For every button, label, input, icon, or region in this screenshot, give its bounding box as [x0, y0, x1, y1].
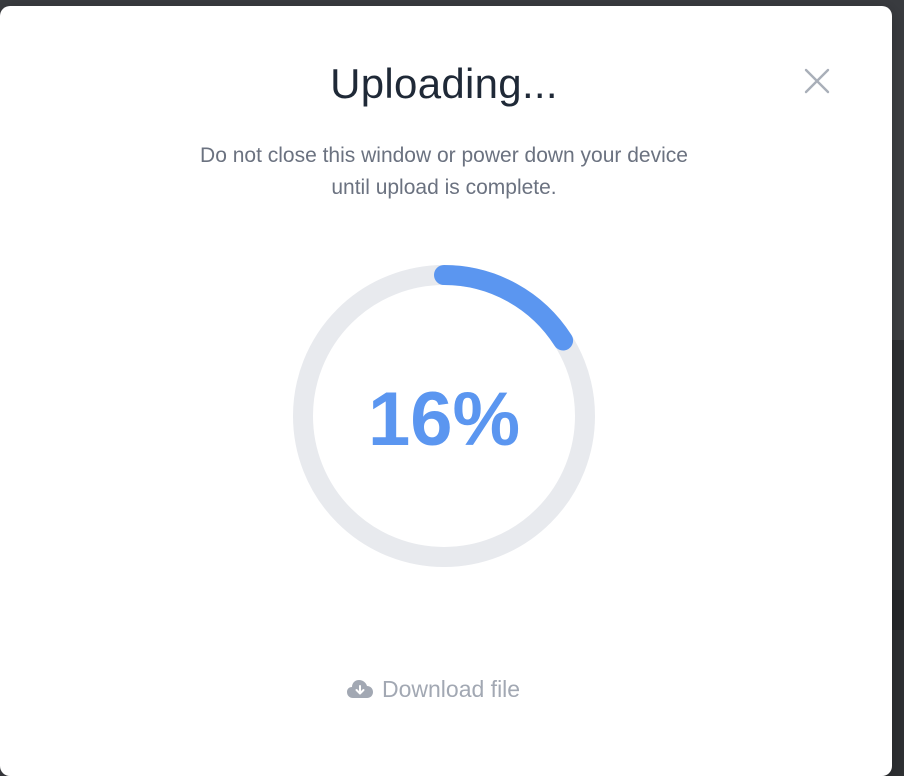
modal-message-line: Do not close this window or power down y…: [200, 144, 688, 167]
progress-percent: 16%: [367, 377, 521, 462]
upload-modal: Uploading... Do not close this window or…: [0, 6, 892, 776]
modal-message: Do not close this window or power down y…: [144, 140, 744, 204]
cloud-download-icon: [346, 678, 374, 700]
download-file-label[interactable]: Download file: [382, 676, 520, 703]
modal-title: Uploading...: [330, 60, 558, 107]
download-file-link[interactable]: Download file: [346, 672, 520, 706]
modal-message-line: until upload is complete.: [331, 176, 557, 199]
